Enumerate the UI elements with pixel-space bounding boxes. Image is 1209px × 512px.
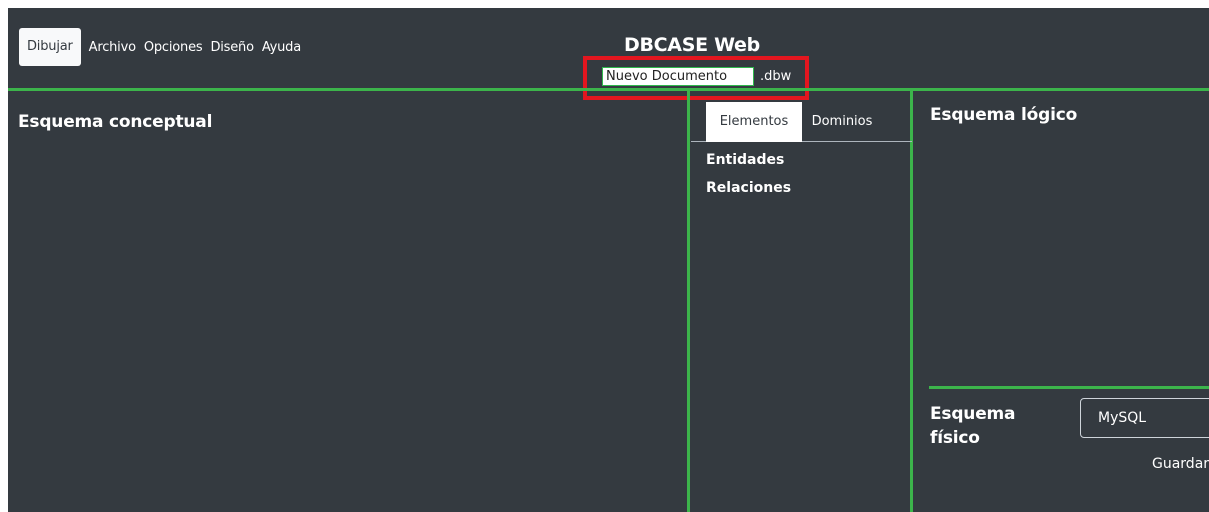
app-title: DBCASE Web — [624, 34, 760, 56]
palette-item-relaciones[interactable]: Relaciones — [706, 180, 791, 196]
logical-physical-divider[interactable] — [929, 386, 1209, 389]
palette-divider[interactable] — [910, 90, 913, 512]
conceptual-divider[interactable] — [687, 90, 690, 512]
menu-ayuda[interactable]: Ayuda — [258, 40, 305, 55]
menu-bar: Dibujar Archivo Opciones Diseño Ayuda — [19, 28, 305, 66]
menu-dibujar[interactable]: Dibujar — [19, 28, 81, 66]
menu-diseno[interactable]: Diseño — [206, 40, 257, 55]
conceptual-canvas[interactable] — [8, 148, 687, 512]
document-name-input[interactable] — [602, 66, 754, 86]
save-button[interactable]: Guardar — [1152, 456, 1209, 472]
database-select[interactable]: MySQL — [1080, 398, 1209, 438]
document-name-group: .dbw — [602, 66, 791, 86]
header-divider — [8, 88, 1209, 91]
document-extension: .dbw — [760, 68, 792, 84]
physical-schema-title: Esquema físico — [930, 404, 1016, 448]
logical-schema-title: Esquema lógico — [930, 105, 1078, 125]
menu-opciones[interactable]: Opciones — [140, 40, 207, 55]
palette-item-entidades[interactable]: Entidades — [706, 152, 784, 168]
conceptual-schema-title: Esquema conceptual — [18, 112, 213, 132]
tab-dominios[interactable]: Dominios — [802, 102, 882, 142]
menu-archivo[interactable]: Archivo — [85, 40, 140, 55]
palette-tabs: Elementos Dominios — [691, 102, 912, 142]
app-window: Dibujar Archivo Opciones Diseño Ayuda DB… — [8, 8, 1209, 512]
tab-elementos[interactable]: Elementos — [706, 102, 802, 142]
